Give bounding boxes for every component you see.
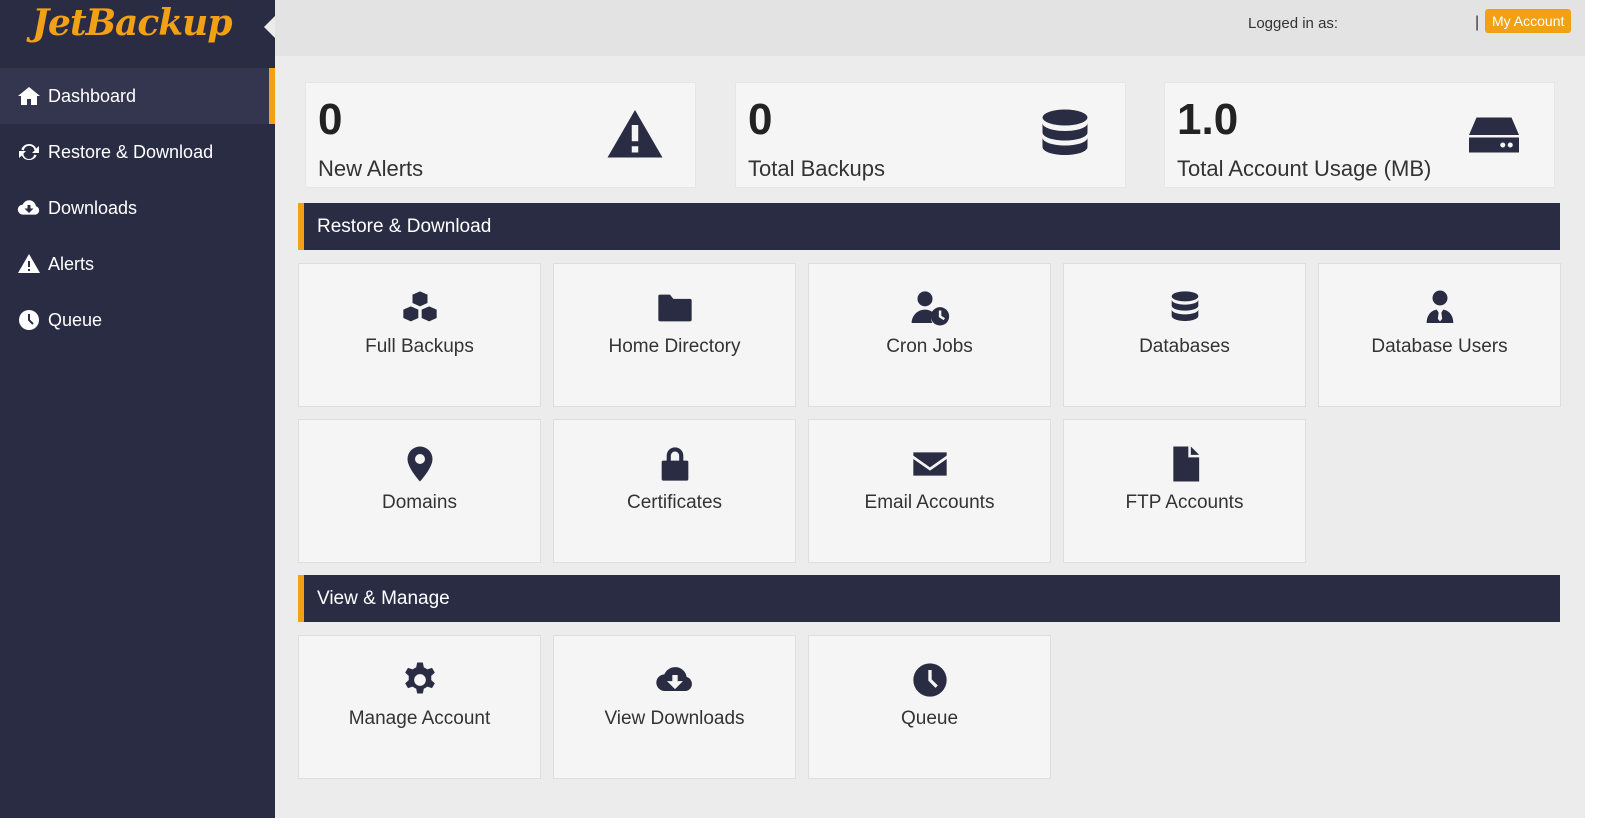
gear-icon: [299, 660, 540, 700]
cloud-download-icon: [16, 195, 42, 221]
stat-card-total-backups: 0 Total Backups: [735, 82, 1126, 188]
hard-drive-icon: [1464, 105, 1524, 165]
tile-label: Certificates: [626, 492, 723, 513]
tile-email-accounts[interactable]: Email Accounts: [808, 419, 1051, 563]
stat-label: Total Backups: [748, 156, 885, 181]
tile-label: View Downloads: [604, 708, 745, 729]
lock-icon: [554, 444, 795, 484]
topbar: Logged in as: | My Account: [275, 0, 1585, 56]
tile-label: Database Users: [1371, 336, 1508, 357]
main-content: Logged in as: | My Account 0 New Alerts …: [275, 0, 1585, 818]
sidebar-item-label: Restore & Download: [48, 141, 214, 162]
warning-icon: [16, 251, 42, 277]
tile-label: Email Accounts: [864, 492, 995, 513]
sidebar-item-downloads[interactable]: Downloads: [0, 180, 275, 236]
home-icon: [16, 83, 42, 109]
stat-label: New Alerts: [318, 156, 424, 181]
logged-in-label: Logged in as:: [1248, 15, 1339, 32]
folder-icon: [554, 288, 795, 328]
sidebar-item-label: Downloads: [48, 197, 138, 218]
sidebar-item-label: Alerts: [48, 253, 95, 274]
tile-cron-jobs[interactable]: Cron Jobs: [808, 263, 1051, 407]
sidebar-collapse-arrow-icon[interactable]: [264, 16, 275, 38]
sidebar-item-label: Dashboard: [48, 85, 137, 106]
map-marker-icon: [299, 444, 540, 484]
sidebar-item-restore-download[interactable]: Restore & Download: [0, 124, 275, 180]
user-clock-icon: [809, 288, 1050, 328]
envelope-icon: [809, 444, 1050, 484]
tile-label: Manage Account: [348, 708, 491, 729]
sync-icon: [16, 139, 42, 165]
tile-database-users[interactable]: Database Users: [1318, 263, 1561, 407]
tile-view-downloads[interactable]: View Downloads: [553, 635, 796, 779]
tile-label: FTP Accounts: [1125, 492, 1244, 513]
tile-certificates[interactable]: Certificates: [553, 419, 796, 563]
tile-manage-account[interactable]: Manage Account: [298, 635, 541, 779]
tile-label: Cron Jobs: [886, 336, 973, 357]
jetbackup-logo[interactable]: JetBackup: [32, 2, 233, 44]
tile-label: Full Backups: [365, 336, 474, 357]
file-icon: [1064, 444, 1305, 484]
database-icon: [1064, 288, 1305, 328]
tile-queue[interactable]: Queue: [808, 635, 1051, 779]
tile-label: Queue: [900, 708, 959, 729]
sidebar-item-alerts[interactable]: Alerts: [0, 236, 275, 292]
logo-area: JetBackup: [0, 0, 275, 68]
tile-label: Domains: [382, 492, 457, 513]
stat-value: 1.0: [1177, 95, 1239, 144]
tile-databases[interactable]: Databases: [1063, 263, 1306, 407]
section-header-manage: View & Manage: [298, 575, 1560, 622]
my-account-button[interactable]: My Account: [1485, 9, 1572, 33]
sidebar-item-queue[interactable]: Queue: [0, 292, 275, 348]
sidebar-item-dashboard[interactable]: Dashboard: [0, 68, 275, 124]
cubes-icon: [299, 288, 540, 328]
stat-value: 0: [748, 95, 773, 144]
tile-label: Home Directory: [608, 336, 741, 357]
database-icon: [1035, 105, 1095, 165]
tile-home-directory[interactable]: Home Directory: [553, 263, 796, 407]
tile-label: Databases: [1139, 336, 1230, 357]
topbar-separator: |: [1475, 14, 1480, 31]
clock-icon: [16, 307, 42, 333]
user-tie-icon: [1319, 288, 1560, 328]
warning-icon: [605, 105, 665, 165]
tile-full-backups[interactable]: Full Backups: [298, 263, 541, 407]
stat-card-account-usage: 1.0 Total Account Usage (MB): [1164, 82, 1555, 188]
clock-icon: [809, 660, 1050, 700]
tile-ftp-accounts[interactable]: FTP Accounts: [1063, 419, 1306, 563]
sidebar-item-label: Queue: [48, 309, 103, 330]
cloud-download-icon: [554, 660, 795, 700]
sidebar: JetBackup Dashboard Restore & Download D…: [0, 0, 275, 818]
tile-domains[interactable]: Domains: [298, 419, 541, 563]
stat-label: Total Account Usage (MB): [1177, 156, 1432, 181]
stat-value: 0: [318, 95, 343, 144]
stat-card-new-alerts: 0 New Alerts: [305, 82, 696, 188]
section-header-restore: Restore & Download: [298, 203, 1560, 250]
